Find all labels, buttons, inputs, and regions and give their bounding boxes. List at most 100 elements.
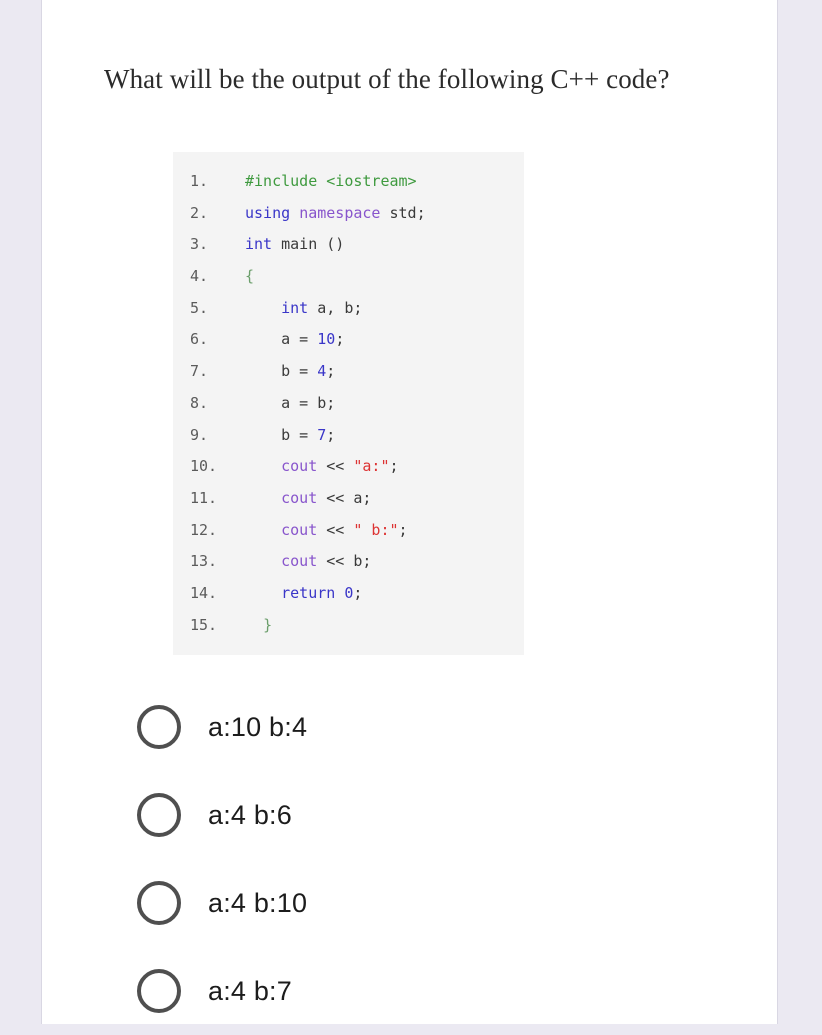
radio-button-icon[interactable] (137, 705, 181, 749)
code-line: 10. cout << "a:"; (173, 451, 524, 483)
code-token: 4 (317, 362, 327, 381)
question-text: What will be the output of the following… (104, 64, 670, 94)
code-token: b = (245, 362, 318, 381)
code-token: ; (335, 330, 345, 349)
code-line-number: 2. (190, 203, 209, 222)
answer-option-1[interactable]: a:10 b:4 (95, 683, 695, 771)
code-token: 10 (317, 330, 336, 349)
code-line: 13. cout << b; (173, 546, 524, 578)
code-line-text: cout << " b:"; (245, 515, 524, 547)
answer-option-label[interactable]: a:4 b:7 (208, 976, 292, 1007)
code-token: cout (281, 488, 318, 507)
code-token: #include (245, 172, 327, 190)
code-line-text: a = b; (245, 388, 524, 420)
code-token: 7 (317, 425, 327, 444)
code-token: a = b; (245, 393, 336, 412)
code-line-text: a = 10; (245, 324, 524, 356)
code-line-text: int a, b; (245, 293, 524, 325)
code-token: int (281, 298, 318, 317)
code-line: 11. cout << a; (173, 483, 524, 515)
code-token: << (317, 520, 354, 539)
answer-option-2[interactable]: a:4 b:6 (95, 771, 695, 859)
code-token: ; (389, 457, 399, 476)
code-snippet: 1. #include <iostream> 2. using namespace s… (173, 152, 524, 656)
code-token: b = (245, 425, 318, 444)
code-line-number: 5. (190, 298, 209, 317)
code-token: cout (281, 520, 318, 539)
code-line: 8. a = b; (173, 388, 524, 420)
code-line-number: 12. (190, 520, 218, 539)
code-line: 9. b = 7; (173, 420, 524, 452)
code-token: " b:" (353, 520, 399, 539)
code-line-number: 11. (190, 488, 218, 507)
code-token: << a; (317, 488, 372, 507)
code-line-number: 6. (190, 330, 209, 349)
code-token: ; (398, 520, 408, 539)
radio-button-icon[interactable] (137, 793, 181, 837)
code-line-number: 9. (190, 425, 209, 444)
code-line-number: 7. (190, 362, 209, 381)
code-line-number: 13. (190, 552, 218, 571)
code-token: ; (326, 362, 336, 381)
code-line-text: { (245, 261, 524, 293)
radio-button-icon[interactable] (137, 881, 181, 925)
code-token: std; (389, 203, 426, 222)
code-token: a, b; (317, 298, 363, 317)
answer-option-label[interactable]: a:4 b:10 (208, 888, 307, 919)
code-token: return (281, 583, 345, 602)
code-line: 2. using namespace std; (173, 198, 524, 230)
code-line-text: cout << "a:"; (245, 451, 524, 483)
answer-option-label[interactable]: a:10 b:4 (208, 712, 307, 743)
code-token: << b; (317, 552, 372, 571)
code-line: 15. } (173, 610, 524, 642)
code-line-text: return 0; (245, 578, 524, 610)
answer-option-label[interactable]: a:4 b:6 (208, 800, 292, 831)
code-line: 7. b = 4; (173, 356, 524, 388)
code-line-text: cout << b; (245, 546, 524, 578)
code-line-text: using namespace std; (245, 198, 524, 230)
code-line: 3. int main () (173, 229, 524, 261)
code-line: 12. cout << " b:"; (173, 515, 524, 547)
code-token: ; (353, 583, 363, 602)
code-line: 4. { (173, 261, 524, 293)
code-token: int (245, 235, 282, 254)
code-line-text: cout << a; (245, 483, 524, 515)
radio-button-icon[interactable] (137, 969, 181, 1013)
code-token: namespace (299, 203, 390, 222)
quiz-page: What will be the output of the following… (0, 0, 822, 1024)
code-token: a = (245, 330, 318, 349)
code-line-text: b = 4; (245, 356, 524, 388)
code-line-number: 10. (190, 457, 218, 476)
code-line-number: 4. (190, 267, 209, 286)
code-line-text: int main () (245, 229, 524, 261)
code-token: ; (326, 425, 336, 444)
answer-options-list: a:10 b:4 a:4 b:6 a:4 b:10 a:4 b:7 (95, 683, 695, 1035)
code-token: <iostream> (326, 172, 417, 190)
code-line-number: 15. (190, 615, 218, 634)
code-token: "a:" (353, 457, 390, 476)
code-token: << (317, 457, 354, 476)
code-token: } (263, 615, 273, 634)
code-token: cout (281, 457, 318, 476)
code-token: { (245, 267, 255, 286)
code-line: 1. #include <iostream> (173, 166, 524, 198)
code-token: cout (281, 552, 318, 571)
answer-option-4[interactable]: a:4 b:7 (95, 947, 695, 1035)
code-token: main () (281, 235, 345, 254)
answer-option-3[interactable]: a:4 b:10 (95, 859, 695, 947)
code-line-number: 1. (190, 172, 209, 190)
code-line-number: 14. (190, 583, 218, 602)
code-token: using (245, 203, 300, 222)
code-line: 5. int a, b; (173, 293, 524, 325)
code-line: 6. a = 10; (173, 324, 524, 356)
code-line: 14. return 0; (173, 578, 524, 610)
code-line-text: } (245, 610, 524, 642)
code-line-number: 3. (190, 235, 209, 254)
